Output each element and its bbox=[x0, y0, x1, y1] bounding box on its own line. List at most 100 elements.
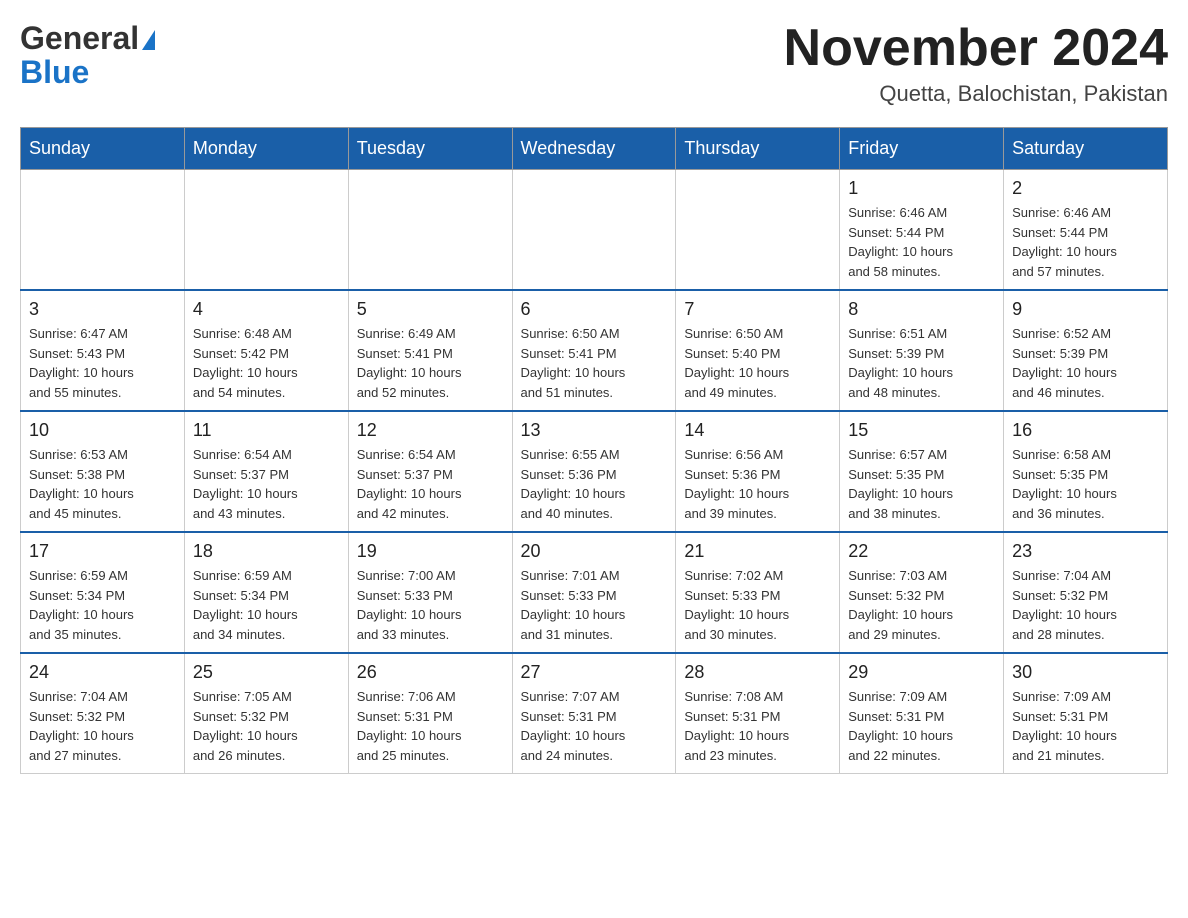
calendar-cell: 16Sunrise: 6:58 AM Sunset: 5:35 PM Dayli… bbox=[1004, 411, 1168, 532]
logo-blue-label: Blue bbox=[20, 54, 89, 91]
day-number: 7 bbox=[684, 299, 831, 320]
day-number: 19 bbox=[357, 541, 504, 562]
day-info: Sunrise: 7:04 AM Sunset: 5:32 PM Dayligh… bbox=[1012, 566, 1159, 644]
day-info: Sunrise: 6:50 AM Sunset: 5:40 PM Dayligh… bbox=[684, 324, 831, 402]
day-number: 1 bbox=[848, 178, 995, 199]
day-number: 13 bbox=[521, 420, 668, 441]
day-info: Sunrise: 7:08 AM Sunset: 5:31 PM Dayligh… bbox=[684, 687, 831, 765]
calendar-title: November 2024 bbox=[784, 20, 1168, 77]
day-number: 23 bbox=[1012, 541, 1159, 562]
day-info: Sunrise: 6:56 AM Sunset: 5:36 PM Dayligh… bbox=[684, 445, 831, 523]
calendar-week-row: 3Sunrise: 6:47 AM Sunset: 5:43 PM Daylig… bbox=[21, 290, 1168, 411]
logo-triangle-icon bbox=[142, 30, 155, 50]
calendar-cell: 23 Sunrise: 7:04 AM Sunset: 5:32 PM Dayli… bbox=[1004, 532, 1168, 653]
day-info: Sunrise: 7:06 AM Sunset: 5:31 PM Dayligh… bbox=[357, 687, 504, 765]
day-number: 6 bbox=[521, 299, 668, 320]
page-header: General Blue November 2024 Quetta, Baloc… bbox=[20, 20, 1168, 107]
day-info: Sunrise: 6:51 AM Sunset: 5:39 PM Dayligh… bbox=[848, 324, 995, 402]
day-info: Sunrise: 6:49 AM Sunset: 5:41 PM Dayligh… bbox=[357, 324, 504, 402]
day-info: Sunrise: 6:55 AM Sunset: 5:36 PM Dayligh… bbox=[521, 445, 668, 523]
day-number: 15 bbox=[848, 420, 995, 441]
day-info: Sunrise: 7:01 AM Sunset: 5:33 PM Dayligh… bbox=[521, 566, 668, 644]
day-info: Sunrise: 6:50 AM Sunset: 5:41 PM Dayligh… bbox=[521, 324, 668, 402]
day-number: 17 bbox=[29, 541, 176, 562]
day-number: 11 bbox=[193, 420, 340, 441]
calendar-week-row: 17Sunrise: 6:59 AM Sunset: 5:34 PM Dayli… bbox=[21, 532, 1168, 653]
weekday-header-wednesday: Wednesday bbox=[512, 128, 676, 170]
day-info: Sunrise: 6:46 AM Sunset: 5:44 PM Dayligh… bbox=[848, 203, 995, 281]
day-number: 5 bbox=[357, 299, 504, 320]
calendar-week-row: 24 Sunrise: 7:04 AM Sunset: 5:32 PM Dayli… bbox=[21, 653, 1168, 774]
day-number: 4 bbox=[193, 299, 340, 320]
calendar-cell: 9 Sunrise: 6:52 AM Sunset: 5:39 PM Daylig… bbox=[1004, 290, 1168, 411]
day-info: Sunrise: 7:04 AM Sunset: 5:32 PM Dayligh… bbox=[29, 687, 176, 765]
calendar-cell bbox=[348, 170, 512, 291]
calendar-cell: 3Sunrise: 6:47 AM Sunset: 5:43 PM Daylig… bbox=[21, 290, 185, 411]
weekday-header-row: SundayMondayTuesdayWednesdayThursdayFrid… bbox=[21, 128, 1168, 170]
day-number: 14 bbox=[684, 420, 831, 441]
calendar-cell: 25 Sunrise: 7:05 AM Sunset: 5:32 PM Dayli… bbox=[184, 653, 348, 774]
calendar-cell bbox=[676, 170, 840, 291]
calendar-cell: 12 Sunrise: 6:54 AM Sunset: 5:37 PM Dayli… bbox=[348, 411, 512, 532]
calendar-subtitle: Quetta, Balochistan, Pakistan bbox=[784, 81, 1168, 107]
calendar-cell: 4 Sunrise: 6:48 AM Sunset: 5:42 PM Daylig… bbox=[184, 290, 348, 411]
calendar-cell: 28 Sunrise: 7:08 AM Sunset: 5:31 PM Dayli… bbox=[676, 653, 840, 774]
day-info: Sunrise: 6:53 AM Sunset: 5:38 PM Dayligh… bbox=[29, 445, 176, 523]
day-info: Sunrise: 7:09 AM Sunset: 5:31 PM Dayligh… bbox=[848, 687, 995, 765]
day-number: 12 bbox=[357, 420, 504, 441]
day-info: Sunrise: 6:54 AM Sunset: 5:37 PM Dayligh… bbox=[193, 445, 340, 523]
day-number: 28 bbox=[684, 662, 831, 683]
day-number: 27 bbox=[521, 662, 668, 683]
day-info: Sunrise: 6:54 AM Sunset: 5:37 PM Dayligh… bbox=[357, 445, 504, 523]
day-info: Sunrise: 6:57 AM Sunset: 5:35 PM Dayligh… bbox=[848, 445, 995, 523]
day-info: Sunrise: 7:05 AM Sunset: 5:32 PM Dayligh… bbox=[193, 687, 340, 765]
calendar-cell: 22 Sunrise: 7:03 AM Sunset: 5:32 PM Dayli… bbox=[840, 532, 1004, 653]
day-info: Sunrise: 6:58 AM Sunset: 5:35 PM Dayligh… bbox=[1012, 445, 1159, 523]
calendar-cell bbox=[184, 170, 348, 291]
calendar-cell: 27 Sunrise: 7:07 AM Sunset: 5:31 PM Dayli… bbox=[512, 653, 676, 774]
day-info: Sunrise: 6:46 AM Sunset: 5:44 PM Dayligh… bbox=[1012, 203, 1159, 281]
calendar-cell: 5 Sunrise: 6:49 AM Sunset: 5:41 PM Daylig… bbox=[348, 290, 512, 411]
calendar-week-row: 1 Sunrise: 6:46 AM Sunset: 5:44 PM Daylig… bbox=[21, 170, 1168, 291]
calendar-table: SundayMondayTuesdayWednesdayThursdayFrid… bbox=[20, 127, 1168, 774]
calendar-cell: 18Sunrise: 6:59 AM Sunset: 5:34 PM Dayli… bbox=[184, 532, 348, 653]
day-number: 22 bbox=[848, 541, 995, 562]
day-info: Sunrise: 7:03 AM Sunset: 5:32 PM Dayligh… bbox=[848, 566, 995, 644]
day-info: Sunrise: 7:00 AM Sunset: 5:33 PM Dayligh… bbox=[357, 566, 504, 644]
calendar-cell: 19 Sunrise: 7:00 AM Sunset: 5:33 PM Dayli… bbox=[348, 532, 512, 653]
weekday-header-thursday: Thursday bbox=[676, 128, 840, 170]
calendar-cell: 14 Sunrise: 6:56 AM Sunset: 5:36 PM Dayli… bbox=[676, 411, 840, 532]
weekday-header-friday: Friday bbox=[840, 128, 1004, 170]
calendar-cell: 7 Sunrise: 6:50 AM Sunset: 5:40 PM Daylig… bbox=[676, 290, 840, 411]
logo: General Blue bbox=[20, 20, 155, 91]
day-info: Sunrise: 6:52 AM Sunset: 5:39 PM Dayligh… bbox=[1012, 324, 1159, 402]
calendar-cell bbox=[21, 170, 185, 291]
calendar-cell: 10 Sunrise: 6:53 AM Sunset: 5:38 PM Dayli… bbox=[21, 411, 185, 532]
calendar-cell: 15 Sunrise: 6:57 AM Sunset: 5:35 PM Dayli… bbox=[840, 411, 1004, 532]
calendar-cell: 26Sunrise: 7:06 AM Sunset: 5:31 PM Dayli… bbox=[348, 653, 512, 774]
calendar-cell: 11 Sunrise: 6:54 AM Sunset: 5:37 PM Dayli… bbox=[184, 411, 348, 532]
day-number: 29 bbox=[848, 662, 995, 683]
calendar-cell bbox=[512, 170, 676, 291]
day-number: 30 bbox=[1012, 662, 1159, 683]
calendar-cell: 8 Sunrise: 6:51 AM Sunset: 5:39 PM Daylig… bbox=[840, 290, 1004, 411]
day-number: 24 bbox=[29, 662, 176, 683]
title-section: November 2024 Quetta, Balochistan, Pakis… bbox=[784, 20, 1168, 107]
calendar-cell: 17Sunrise: 6:59 AM Sunset: 5:34 PM Dayli… bbox=[21, 532, 185, 653]
weekday-header-sunday: Sunday bbox=[21, 128, 185, 170]
day-number: 10 bbox=[29, 420, 176, 441]
day-info: Sunrise: 7:09 AM Sunset: 5:31 PM Dayligh… bbox=[1012, 687, 1159, 765]
day-info: Sunrise: 6:48 AM Sunset: 5:42 PM Dayligh… bbox=[193, 324, 340, 402]
calendar-cell: 24 Sunrise: 7:04 AM Sunset: 5:32 PM Dayli… bbox=[21, 653, 185, 774]
calendar-week-row: 10 Sunrise: 6:53 AM Sunset: 5:38 PM Dayli… bbox=[21, 411, 1168, 532]
day-number: 25 bbox=[193, 662, 340, 683]
day-info: Sunrise: 6:47 AM Sunset: 5:43 PM Dayligh… bbox=[29, 324, 176, 402]
calendar-cell: 20Sunrise: 7:01 AM Sunset: 5:33 PM Dayli… bbox=[512, 532, 676, 653]
day-info: Sunrise: 7:02 AM Sunset: 5:33 PM Dayligh… bbox=[684, 566, 831, 644]
day-number: 9 bbox=[1012, 299, 1159, 320]
weekday-header-monday: Monday bbox=[184, 128, 348, 170]
calendar-cell: 13 Sunrise: 6:55 AM Sunset: 5:36 PM Dayli… bbox=[512, 411, 676, 532]
day-number: 8 bbox=[848, 299, 995, 320]
day-info: Sunrise: 7:07 AM Sunset: 5:31 PM Dayligh… bbox=[521, 687, 668, 765]
day-number: 18 bbox=[193, 541, 340, 562]
